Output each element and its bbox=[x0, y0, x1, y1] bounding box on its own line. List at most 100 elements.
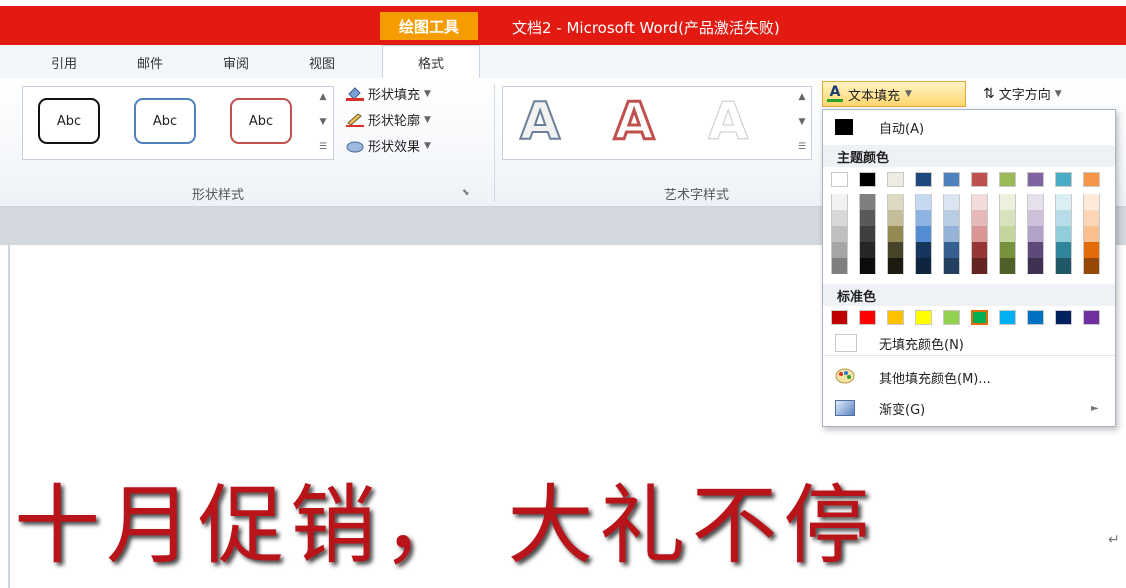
theme-color-swatch[interactable] bbox=[859, 172, 876, 187]
theme-shade-swatch[interactable] bbox=[971, 258, 988, 274]
standard-color-swatch[interactable] bbox=[1055, 310, 1072, 325]
theme-shade-swatch[interactable] bbox=[859, 242, 876, 258]
standard-color-swatch[interactable] bbox=[915, 310, 932, 325]
theme-shade-swatch[interactable] bbox=[999, 258, 1016, 274]
theme-shade-swatch[interactable] bbox=[1055, 210, 1072, 226]
theme-shade-swatch[interactable] bbox=[887, 226, 904, 242]
tab-view[interactable]: 视图 bbox=[300, 48, 344, 76]
text-direction-button[interactable]: ⇅ 文字方向 ▼ bbox=[983, 84, 1062, 104]
drawing-tools-context-tab[interactable]: 绘图工具 bbox=[380, 12, 478, 40]
theme-shade-swatch[interactable] bbox=[1055, 226, 1072, 242]
text-fill-button[interactable]: A 文本填充 ▼ bbox=[822, 81, 966, 107]
theme-shade-swatch[interactable] bbox=[831, 226, 848, 242]
theme-shade-swatch[interactable] bbox=[887, 210, 904, 226]
theme-color-swatch[interactable] bbox=[1083, 172, 1100, 187]
tab-mailings[interactable]: 邮件 bbox=[128, 48, 172, 76]
shape-style-red[interactable]: Abc bbox=[230, 98, 292, 144]
theme-shade-swatch[interactable] bbox=[887, 194, 904, 210]
no-fill-item[interactable]: 无填充颜色(N) bbox=[823, 331, 1115, 356]
theme-shade-swatch[interactable] bbox=[831, 194, 848, 210]
standard-color-swatch[interactable] bbox=[999, 310, 1016, 325]
pencil-icon bbox=[346, 112, 364, 127]
theme-color-swatch[interactable] bbox=[887, 172, 904, 187]
shape-fill-button[interactable]: 形状填充 ▼ bbox=[346, 84, 431, 103]
shape-outline-button[interactable]: 形状轮廓 ▼ bbox=[346, 110, 431, 129]
theme-shade-swatch[interactable] bbox=[1027, 226, 1044, 242]
theme-shade-swatch[interactable] bbox=[1055, 258, 1072, 274]
theme-shade-swatch[interactable] bbox=[971, 194, 988, 210]
shape-effects-button[interactable]: 形状效果 ▼ bbox=[346, 136, 431, 155]
theme-shade-swatch[interactable] bbox=[999, 210, 1016, 226]
theme-shade-swatch[interactable] bbox=[915, 258, 932, 274]
theme-shade-swatch[interactable] bbox=[943, 194, 960, 210]
theme-shade-swatch[interactable] bbox=[1027, 210, 1044, 226]
gallery-more-icon[interactable]: ☰ bbox=[796, 136, 808, 158]
theme-shade-swatch[interactable] bbox=[831, 210, 848, 226]
theme-shade-swatch[interactable] bbox=[831, 258, 848, 274]
theme-shade-swatch[interactable] bbox=[943, 226, 960, 242]
theme-shade-swatch[interactable] bbox=[1055, 242, 1072, 258]
theme-shade-swatch[interactable] bbox=[1083, 242, 1100, 258]
theme-shade-swatch[interactable] bbox=[999, 194, 1016, 210]
theme-color-swatch[interactable] bbox=[943, 172, 960, 187]
theme-shade-swatch[interactable] bbox=[999, 242, 1016, 258]
scroll-down-icon[interactable]: ▼ bbox=[317, 111, 329, 133]
theme-shade-swatch[interactable] bbox=[1027, 194, 1044, 210]
theme-shade-swatch[interactable] bbox=[1083, 258, 1100, 274]
theme-shade-swatch[interactable] bbox=[1027, 258, 1044, 274]
standard-color-swatch[interactable] bbox=[887, 310, 904, 325]
document-headline[interactable]: 十月促销， 大礼不停 bbox=[14, 455, 1124, 580]
standard-color-swatch[interactable] bbox=[831, 310, 848, 325]
theme-color-swatch[interactable] bbox=[971, 172, 988, 187]
theme-color-swatch[interactable] bbox=[1027, 172, 1044, 187]
theme-shade-swatch[interactable] bbox=[1055, 194, 1072, 210]
theme-shade-swatch[interactable] bbox=[915, 194, 932, 210]
theme-shade-swatch[interactable] bbox=[1083, 210, 1100, 226]
theme-shade-swatch[interactable] bbox=[887, 258, 904, 274]
theme-shade-swatch[interactable] bbox=[999, 226, 1016, 242]
standard-color-swatch[interactable] bbox=[859, 310, 876, 325]
theme-shade-swatch[interactable] bbox=[1083, 194, 1100, 210]
tab-format[interactable]: 格式 bbox=[382, 45, 480, 79]
theme-shade-swatch[interactable] bbox=[943, 210, 960, 226]
theme-shade-swatch[interactable] bbox=[1027, 242, 1044, 258]
theme-color-swatch[interactable] bbox=[1055, 172, 1072, 187]
theme-shade-swatch[interactable] bbox=[915, 226, 932, 242]
theme-shade-swatch[interactable] bbox=[831, 242, 848, 258]
gallery-more-icon[interactable]: ☰ bbox=[317, 136, 329, 158]
scroll-up-icon[interactable]: ▲ bbox=[796, 86, 808, 108]
theme-shade-swatch[interactable] bbox=[915, 242, 932, 258]
theme-color-swatch[interactable] bbox=[831, 172, 848, 187]
theme-shade-swatch[interactable] bbox=[971, 242, 988, 258]
theme-color-swatch[interactable] bbox=[999, 172, 1016, 187]
theme-shade-swatch[interactable] bbox=[859, 226, 876, 242]
shape-style-blue[interactable]: Abc bbox=[134, 98, 196, 144]
theme-shade-swatch[interactable] bbox=[943, 258, 960, 274]
theme-shade-swatch[interactable] bbox=[887, 242, 904, 258]
standard-color-swatch[interactable] bbox=[1027, 310, 1044, 325]
theme-shade-swatch[interactable] bbox=[1083, 226, 1100, 242]
dialog-launcher-icon[interactable]: ⬊ bbox=[462, 188, 470, 198]
standard-color-swatch[interactable] bbox=[971, 310, 988, 325]
theme-shade-swatch[interactable] bbox=[971, 210, 988, 226]
shape-style-black[interactable]: Abc bbox=[38, 98, 100, 144]
tab-review[interactable]: 审阅 bbox=[214, 48, 258, 76]
theme-shade-swatch[interactable] bbox=[859, 258, 876, 274]
standard-color-swatch[interactable] bbox=[943, 310, 960, 325]
wordart-style-outline[interactable]: A bbox=[519, 95, 561, 149]
theme-shade-swatch[interactable] bbox=[943, 242, 960, 258]
wordart-style-red[interactable]: A bbox=[612, 95, 655, 150]
more-fill-colors-item[interactable]: 其他填充颜色(M)... bbox=[823, 365, 1115, 389]
scroll-down-icon[interactable]: ▼ bbox=[796, 111, 808, 133]
gradient-item[interactable]: 渐变(G) ► bbox=[823, 396, 1115, 420]
theme-shade-swatch[interactable] bbox=[859, 210, 876, 226]
scroll-up-icon[interactable]: ▲ bbox=[317, 86, 329, 108]
theme-shade-swatch[interactable] bbox=[971, 226, 988, 242]
theme-shade-swatch[interactable] bbox=[859, 194, 876, 210]
standard-color-swatch[interactable] bbox=[1083, 310, 1100, 325]
auto-color-item[interactable]: 自动(A) bbox=[823, 116, 1115, 138]
theme-color-swatch[interactable] bbox=[915, 172, 932, 187]
wordart-style-light[interactable]: A bbox=[707, 96, 748, 149]
theme-shade-swatch[interactable] bbox=[915, 210, 932, 226]
tab-references[interactable]: 引用 bbox=[42, 48, 86, 76]
